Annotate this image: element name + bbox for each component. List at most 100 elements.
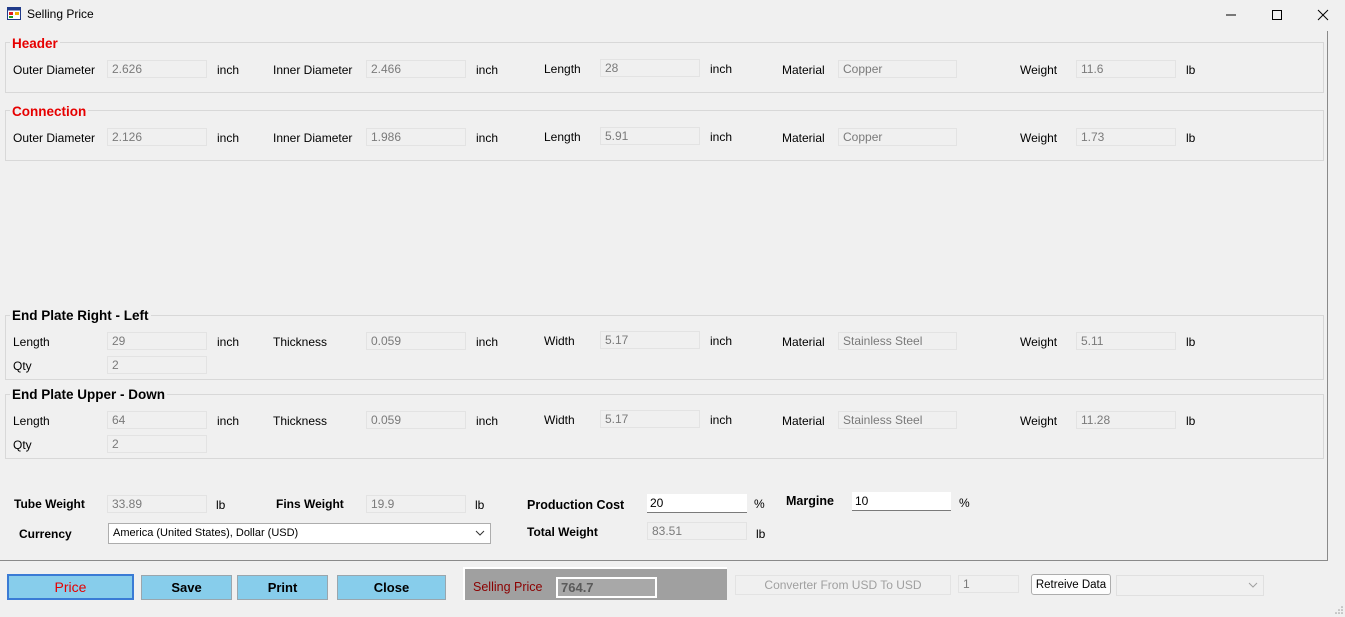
tube-weight-label: Tube Weight [14, 497, 85, 511]
connection-length-field[interactable]: 5.91 [600, 127, 700, 145]
converter-button[interactable]: Converter From USD To USD [735, 575, 951, 595]
epud-weight-label: Weight [1020, 414, 1058, 428]
header-length-unit: inch [710, 62, 733, 76]
connection-inner-unit: inch [476, 131, 499, 145]
margine-unit: % [959, 496, 970, 510]
epud-thickness-unit: inch [476, 414, 499, 428]
header-inner-diameter-label: Inner Diameter [273, 63, 353, 77]
header-material-label: Material [782, 63, 825, 77]
app-form-icon [7, 7, 21, 20]
header-material-field[interactable]: Copper [838, 60, 957, 78]
connection-material-field[interactable]: Copper [838, 128, 957, 146]
connection-inner-diameter-field[interactable]: 1.986 [366, 128, 466, 146]
maximize-button[interactable] [1254, 0, 1300, 30]
save-button[interactable]: Save [141, 575, 232, 600]
header-outer-unit: inch [217, 63, 240, 77]
tube-weight-unit: lb [216, 498, 226, 512]
fins-weight-field[interactable]: 19.9 [366, 495, 466, 513]
connection-weight-label: Weight [1020, 131, 1058, 145]
margine-input[interactable]: 10 [852, 492, 951, 511]
connection-weight-field[interactable]: 1.73 [1076, 128, 1176, 146]
epud-length-label: Length [13, 414, 50, 428]
conversion-rate-field[interactable]: 1 [958, 575, 1019, 593]
total-weight-unit: lb [756, 527, 766, 541]
header-outer-diameter-field[interactable]: 2.626 [107, 60, 207, 78]
currency-select[interactable]: America (United States), Dollar (USD) [108, 523, 491, 544]
eprl-length-field[interactable]: 29 [107, 332, 207, 350]
eprl-thickness-label: Thickness [273, 335, 328, 349]
eprl-weight-field[interactable]: 5.11 [1076, 332, 1176, 350]
production-cost-unit: % [754, 497, 765, 511]
total-weight-field[interactable]: 83.51 [647, 522, 747, 540]
currency-label: Currency [19, 527, 72, 541]
epud-length-unit: inch [217, 414, 240, 428]
epud-width-unit: inch [710, 413, 733, 427]
eprl-weight-unit: lb [1186, 335, 1196, 349]
selling-price-field[interactable]: 764.7 [556, 577, 657, 598]
end-plate-upper-down-title: End Plate Upper - Down [10, 387, 168, 402]
price-button[interactable]: Price [7, 574, 134, 600]
eprl-width-label: Width [544, 334, 575, 348]
connection-length-label: Length [544, 130, 581, 144]
header-inner-unit: inch [476, 63, 499, 77]
eprl-length-unit: inch [217, 335, 240, 349]
end-plate-right-left-title: End Plate Right - Left [10, 308, 151, 323]
chevron-down-icon [1248, 582, 1258, 588]
close-button[interactable]: Close [337, 575, 446, 600]
selling-price-label: Selling Price [473, 580, 543, 594]
window-title: Selling Price [27, 7, 94, 21]
resize-grip-icon[interactable] [1334, 605, 1344, 615]
print-button[interactable]: Print [237, 575, 328, 600]
connection-group-title: Connection [10, 104, 89, 119]
tube-weight-field[interactable]: 33.89 [107, 495, 207, 513]
header-weight-label: Weight [1020, 63, 1058, 77]
close-icon [1317, 9, 1329, 21]
eprl-width-field[interactable]: 5.17 [600, 331, 700, 349]
header-group-title: Header [10, 36, 60, 51]
chevron-down-icon [475, 530, 485, 536]
minimize-icon [1226, 14, 1236, 16]
currency-selected-value: America (United States), Dollar (USD) [113, 527, 299, 539]
minimize-button[interactable] [1208, 0, 1254, 30]
header-weight-field[interactable]: 11.6 [1076, 60, 1176, 78]
converter-currency-select[interactable] [1116, 575, 1264, 596]
connection-inner-diameter-label: Inner Diameter [273, 131, 353, 145]
connection-outer-diameter-label: Outer Diameter [13, 131, 96, 145]
production-cost-input[interactable]: 20 [647, 494, 747, 513]
eprl-thickness-unit: inch [476, 335, 499, 349]
eprl-material-field[interactable]: Stainless Steel [838, 332, 957, 350]
retrieve-data-button[interactable]: Retreive Data [1031, 574, 1111, 595]
epud-material-label: Material [782, 414, 825, 428]
connection-outer-diameter-field[interactable]: 2.126 [107, 128, 207, 146]
epud-weight-unit: lb [1186, 414, 1196, 428]
header-length-field[interactable]: 28 [600, 59, 700, 77]
title-bar: Selling Price [0, 0, 1345, 30]
production-cost-label: Production Cost [527, 498, 625, 512]
connection-weight-unit: lb [1186, 131, 1196, 145]
eprl-qty-field[interactable]: 2 [107, 356, 207, 374]
eprl-qty-label: Qty [13, 359, 32, 373]
epud-thickness-field[interactable]: 0.059 [366, 411, 466, 429]
epud-qty-label: Qty [13, 438, 32, 452]
close-window-button[interactable] [1300, 0, 1345, 30]
connection-material-label: Material [782, 131, 825, 145]
epud-width-label: Width [544, 413, 575, 427]
fins-weight-label: Fins Weight [276, 497, 344, 511]
epud-material-field[interactable]: Stainless Steel [838, 411, 957, 429]
eprl-material-label: Material [782, 335, 825, 349]
header-inner-diameter-field[interactable]: 2.466 [366, 60, 466, 78]
connection-length-unit: inch [710, 130, 733, 144]
header-outer-diameter-label: Outer Diameter [13, 63, 96, 77]
epud-length-field[interactable]: 64 [107, 411, 207, 429]
eprl-thickness-field[interactable]: 0.059 [366, 332, 466, 350]
connection-outer-unit: inch [217, 131, 240, 145]
margine-label: Margine [786, 494, 834, 508]
fins-weight-unit: lb [475, 498, 485, 512]
epud-weight-field[interactable]: 11.28 [1076, 411, 1176, 429]
epud-thickness-label: Thickness [273, 414, 328, 428]
header-length-label: Length [544, 62, 581, 76]
eprl-weight-label: Weight [1020, 335, 1058, 349]
epud-qty-field[interactable]: 2 [107, 435, 207, 453]
total-weight-label: Total Weight [527, 525, 598, 539]
epud-width-field[interactable]: 5.17 [600, 410, 700, 428]
